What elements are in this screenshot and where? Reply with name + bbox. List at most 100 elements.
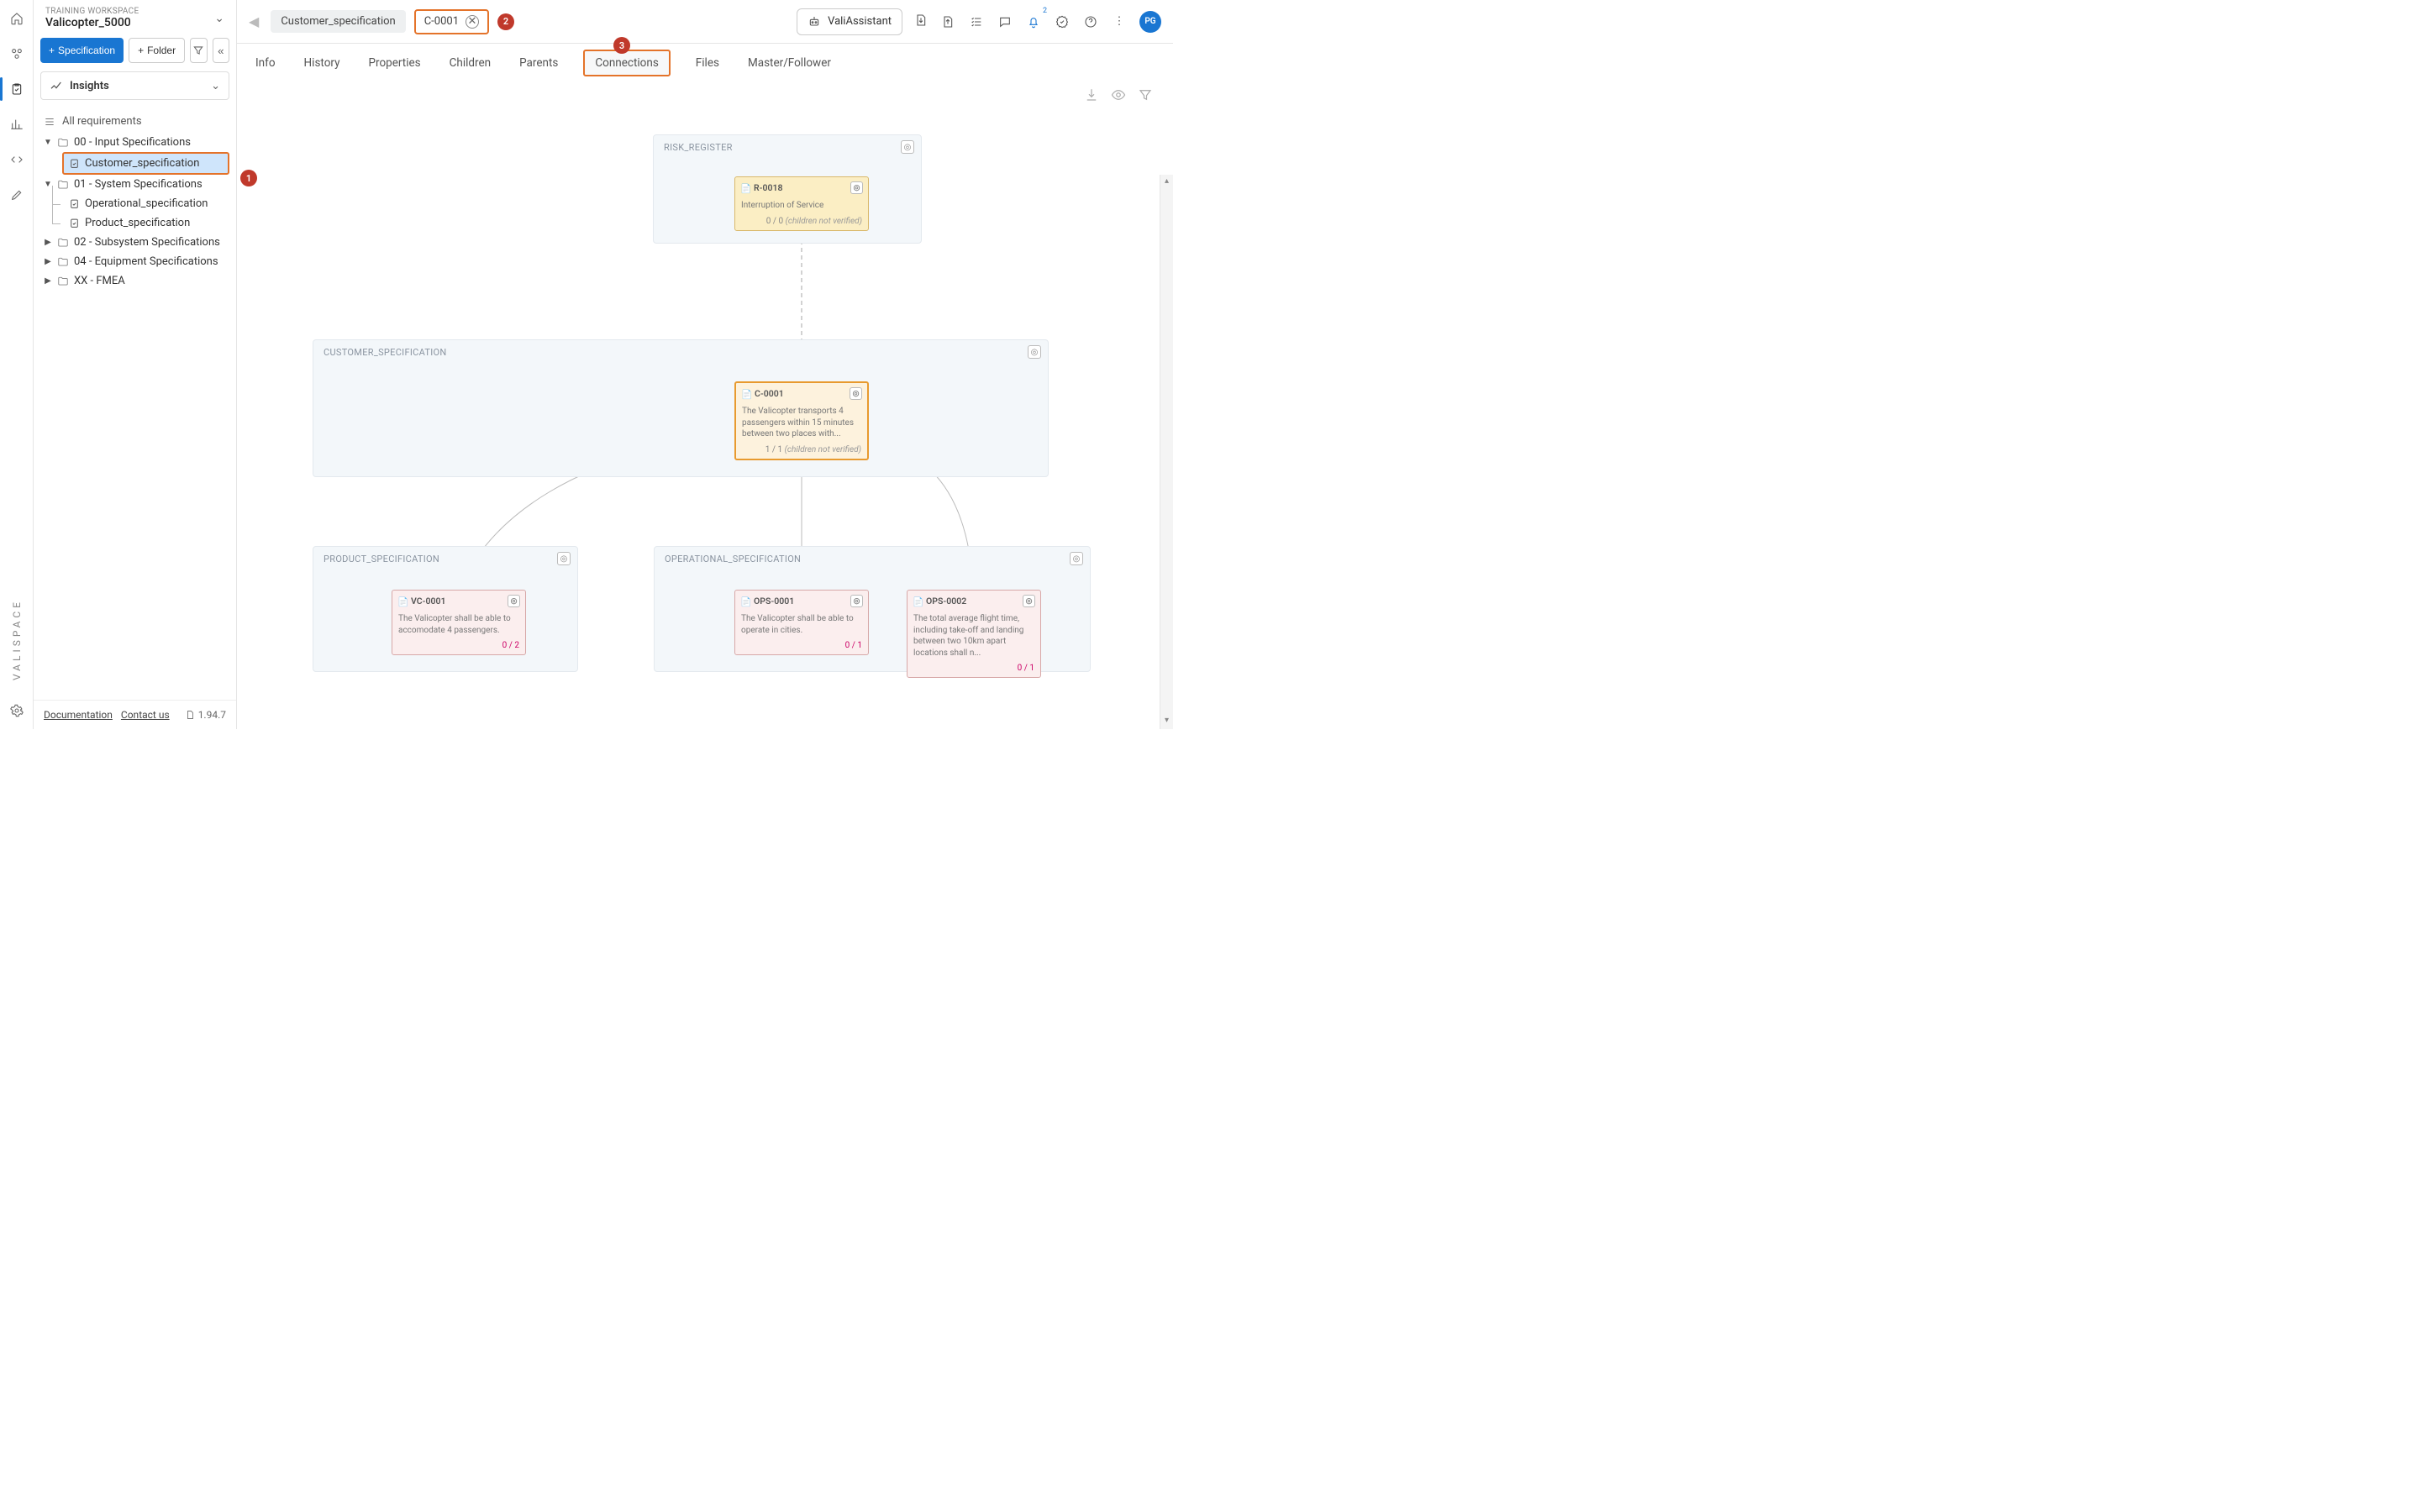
verified-icon[interactable]: [1054, 13, 1071, 30]
import-icon[interactable]: [914, 13, 928, 30]
node-vc0001[interactable]: 📄VC-0001◎ The Valicopter shall be able t…: [392, 590, 526, 655]
group-label: CUSTOMER_SPECIFICATION: [324, 347, 447, 358]
tab-info[interactable]: Info: [252, 51, 279, 75]
tree-item-product-spec[interactable]: Product_specification: [64, 213, 229, 233]
sidebar-footer: Documentation Contact us 1.94.7: [34, 700, 236, 729]
robot-icon[interactable]: ◎: [850, 387, 862, 400]
tree-folder-subsystem[interactable]: ▶ 02 - Subsystem Specifications: [40, 233, 229, 252]
robot-icon[interactable]: ◎: [1070, 552, 1083, 565]
filter-button[interactable]: [190, 38, 207, 63]
tab-master-follower[interactable]: Master/Follower: [744, 51, 834, 75]
left-icon-rail: VALISPACE: [0, 0, 34, 729]
node-c0001[interactable]: 📄C-0001◎ The Valicopter transports 4 pas…: [734, 381, 869, 460]
vertical-scrollbar[interactable]: ▴ ▾: [1160, 175, 1173, 729]
tree-item-operational-spec[interactable]: Operational_specification: [64, 194, 229, 213]
caret-right-icon: ▶: [44, 276, 52, 286]
node-ops0002[interactable]: 📄OPS-0002◎ The total average flight time…: [907, 590, 1041, 678]
folder-icon: [57, 256, 69, 268]
requirements-tree: All requirements ▼ 00 - Input Specificat…: [34, 107, 236, 294]
group-label: RISK_REGISTER: [664, 142, 733, 153]
back-icon[interactable]: ◀: [249, 13, 259, 29]
add-folder-button[interactable]: +Folder: [129, 38, 185, 63]
documentation-link[interactable]: Documentation: [44, 709, 113, 721]
analytics-icon[interactable]: [8, 116, 25, 133]
robot-icon[interactable]: ◎: [1028, 345, 1041, 359]
workspace-label: TRAINING WORKSPACE: [45, 7, 139, 16]
insights-icon: [50, 79, 63, 92]
workspace-name: Valicopter_5000: [45, 16, 139, 29]
robot-icon[interactable]: ◎: [557, 552, 571, 565]
robot-icon[interactable]: ◎: [508, 595, 520, 607]
kebab-menu-icon[interactable]: ⋮: [1111, 13, 1128, 30]
all-requirements-header[interactable]: All requirements: [40, 110, 229, 133]
step-badge-2: 2: [497, 13, 514, 30]
close-icon[interactable]: ✕: [466, 15, 479, 29]
tree-folder-fmea[interactable]: ▶ XX - FMEA: [40, 271, 229, 291]
home-icon[interactable]: [8, 10, 25, 27]
more-button[interactable]: «: [213, 38, 229, 63]
folder-icon: [57, 179, 69, 191]
insights-toggle[interactable]: Insights ⌄: [40, 71, 229, 100]
robot-icon: [808, 15, 821, 29]
workspace-selector[interactable]: TRAINING WORKSPACE Valicopter_5000 ⌄: [34, 0, 236, 38]
node-r0018[interactable]: 📄R-0018◎ Interruption of Service 0 / 0 (…: [734, 176, 869, 231]
tab-children[interactable]: Children: [446, 51, 494, 75]
requirements-icon[interactable]: [8, 81, 25, 97]
spec-icon: [69, 158, 80, 169]
scroll-down-icon[interactable]: ▾: [1162, 716, 1171, 727]
notification-count: 2: [1043, 7, 1047, 15]
tree-folder-system[interactable]: ▼ 01 - System Specifications: [40, 175, 229, 194]
version-label: 1.94.7: [185, 709, 226, 721]
chat-icon[interactable]: [997, 13, 1013, 30]
checklist-icon[interactable]: [968, 13, 985, 30]
main-area: ◀ Customer_specification C-0001 ✕ 2 Vali…: [237, 0, 1173, 729]
robot-icon[interactable]: ◎: [1023, 595, 1035, 607]
node-ops0001[interactable]: 📄OPS-0001◎ The Valicopter shall be able …: [734, 590, 869, 655]
robot-icon[interactable]: ◎: [850, 181, 863, 194]
group-customer-spec: CUSTOMER_SPECIFICATION ◎: [313, 339, 1049, 477]
tree-item-customer-spec[interactable]: Customer_specification: [62, 152, 229, 175]
caret-down-icon: ▼: [44, 138, 52, 147]
step-badge-3: 3: [613, 37, 630, 54]
folder-icon: [57, 137, 69, 149]
breadcrumb-item[interactable]: C-0001 ✕: [414, 9, 489, 34]
user-avatar[interactable]: PG: [1139, 11, 1161, 33]
chevron-down-icon: ⌄: [211, 80, 220, 92]
group-label: OPERATIONAL_SPECIFICATION: [665, 554, 801, 564]
connections-canvas[interactable]: RISK_REGISTER ◎ 📄R-0018◎ Interruption of…: [237, 82, 1173, 729]
tab-files[interactable]: Files: [692, 51, 723, 75]
code-icon[interactable]: [8, 151, 25, 168]
breadcrumb-spec[interactable]: Customer_specification: [271, 10, 405, 33]
group-label: PRODUCT_SPECIFICATION: [324, 554, 439, 564]
settings-icon[interactable]: [8, 702, 25, 719]
scroll-up-icon[interactable]: ▴: [1162, 176, 1171, 188]
sidebar: TRAINING WORKSPACE Valicopter_5000 ⌄ +Sp…: [34, 0, 237, 729]
step-badge-1: 1: [240, 170, 257, 186]
modules-icon[interactable]: [8, 45, 25, 62]
folder-icon: [57, 276, 69, 287]
folder-icon: [57, 237, 69, 249]
list-icon: [44, 116, 55, 128]
help-icon[interactable]: [1082, 13, 1099, 30]
add-specification-button[interactable]: +Specification: [40, 38, 124, 63]
robot-icon[interactable]: ◎: [850, 595, 863, 607]
brand-text: VALISPACE: [11, 599, 23, 680]
export-icon[interactable]: [939, 13, 956, 30]
insights-label: Insights: [70, 80, 204, 92]
valiassistant-button[interactable]: ValiAssistant: [797, 8, 902, 35]
tab-properties[interactable]: Properties: [365, 51, 424, 75]
tab-history[interactable]: History: [301, 51, 344, 75]
tree-folder-equipment[interactable]: ▶ 04 - Equipment Specifications: [40, 252, 229, 271]
tab-parents[interactable]: Parents: [516, 51, 561, 75]
tab-connections[interactable]: Connections: [583, 50, 670, 76]
robot-icon[interactable]: ◎: [901, 140, 914, 154]
tree-folder-input[interactable]: ▼ 00 - Input Specifications: [40, 133, 229, 152]
notifications-icon[interactable]: 2: [1025, 13, 1042, 30]
chevron-down-icon[interactable]: ⌄: [214, 12, 224, 25]
top-bar: ◀ Customer_specification C-0001 ✕ 2 Vali…: [237, 0, 1173, 44]
spec-icon: [69, 218, 80, 228]
contact-link[interactable]: Contact us: [121, 709, 170, 721]
caret-right-icon: ▶: [44, 257, 52, 266]
caret-right-icon: ▶: [44, 238, 52, 247]
edit-icon[interactable]: [8, 186, 25, 203]
